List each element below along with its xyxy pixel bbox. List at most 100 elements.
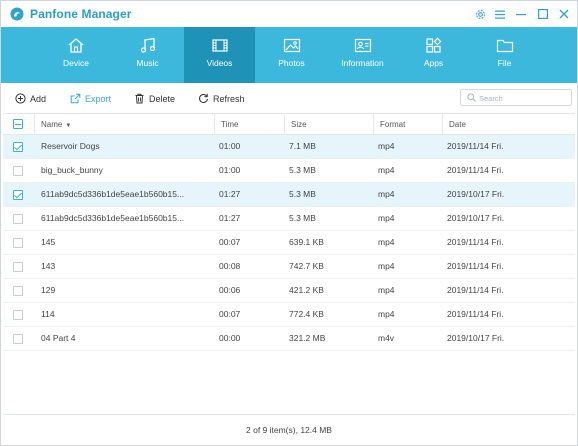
column-header-name[interactable]: Name ▼	[34, 114, 214, 135]
cell-time: 00:00	[219, 333, 241, 343]
nav-label: Device	[63, 58, 89, 68]
column-header-size[interactable]: Size	[284, 114, 373, 135]
cell-date: 2019/10/17 Fri.	[447, 189, 505, 199]
folder-icon	[496, 39, 513, 53]
cell-size: 742.7 KB	[289, 261, 324, 271]
row-checkbox[interactable]	[13, 286, 23, 296]
table-row[interactable]: Reservoir Dogs 01:00 7.1 MB mp4 2019/11/…	[3, 135, 575, 159]
delete-button-label: Delete	[149, 93, 176, 104]
cell-time: 00:08	[219, 261, 241, 271]
row-checkbox[interactable]	[13, 190, 23, 200]
gear-icon[interactable]	[473, 7, 487, 21]
cell-time: 01:00	[219, 165, 241, 175]
search-icon	[467, 93, 476, 102]
cell-name: 04 Part 4	[41, 333, 76, 343]
refresh-button[interactable]: Refresh	[198, 92, 245, 105]
row-checkbox[interactable]	[13, 238, 23, 248]
column-header-time[interactable]: Time	[214, 114, 284, 135]
table-row[interactable]: 114 00:07 772.4 KB mp4 2019/11/14 Fri.	[3, 303, 575, 327]
export-button[interactable]: Export	[70, 92, 111, 105]
table-row[interactable]: big_buck_bunny 01:00 5.3 MB mp4 2019/11/…	[3, 159, 575, 183]
row-checkbox[interactable]	[13, 334, 23, 344]
add-button[interactable]: Add	[15, 92, 46, 105]
cell-name: 129	[41, 285, 56, 295]
cell-format: mp4	[378, 141, 395, 151]
maximize-icon[interactable]	[536, 7, 550, 21]
refresh-icon	[199, 93, 208, 103]
close-icon[interactable]	[557, 7, 571, 21]
trash-icon	[135, 93, 144, 104]
cell-format: mp4	[378, 309, 395, 319]
nav-label: Music	[136, 58, 159, 68]
table-row[interactable]: 04 Part 4 00:00 321.2 MB m4v 2019/10/17 …	[3, 327, 575, 351]
nav-bar: Device Music Videos Photos Information A…	[1, 27, 577, 83]
status-bar: 2 of 9 item(s), 12.4 MB	[3, 414, 575, 445]
minimize-icon[interactable]	[514, 7, 528, 21]
cell-size: 5.3 MB	[289, 213, 316, 223]
cell-date: 2019/11/14 Fri.	[447, 165, 504, 175]
cell-time: 00:06	[219, 285, 241, 295]
cell-size: 321.2 MB	[289, 333, 326, 343]
column-header-format[interactable]: Format	[373, 114, 442, 135]
status-text: 2 of 9 item(s), 12.4 MB	[246, 425, 332, 435]
cell-time: 00:07	[219, 237, 241, 247]
film-icon	[211, 39, 228, 52]
cell-time: 01:27	[219, 189, 241, 199]
column-header-label: Time	[221, 120, 239, 129]
cell-name: 611ab9dc5d336b1de5eae1b560b15...	[41, 189, 185, 199]
add-button-label: Add	[30, 93, 47, 104]
row-checkbox[interactable]	[13, 214, 23, 224]
select-all-cell	[3, 114, 34, 135]
menu-icon[interactable]	[493, 7, 507, 21]
table-row[interactable]: 611ab9dc5d336b1de5eae1b560b15... 01:27 5…	[3, 183, 575, 207]
plus-circle-icon	[15, 93, 26, 104]
row-checkbox[interactable]	[13, 262, 23, 272]
cell-date: 2019/11/14 Fri.	[447, 237, 504, 247]
column-header-label: Date	[449, 120, 466, 129]
nav-label: Information	[341, 58, 384, 68]
delete-button[interactable]: Delete	[134, 92, 175, 105]
column-header-date[interactable]: Date	[442, 114, 575, 135]
cell-format: mp4	[378, 261, 395, 271]
nav-label: Photos	[278, 58, 305, 68]
nav-item-videos[interactable]: Videos	[184, 27, 255, 83]
nav-label: Videos	[206, 58, 233, 68]
nav-item-information[interactable]: Information	[327, 27, 398, 83]
cell-size: 5.3 MB	[289, 165, 316, 175]
music-note-icon	[140, 37, 155, 53]
cell-name: Reservoir Dogs	[41, 141, 100, 151]
nav-item-device[interactable]: Device	[41, 27, 111, 83]
cell-date: 2019/11/14 Fri.	[447, 309, 504, 319]
cell-name: 114	[41, 309, 55, 319]
nav-item-music[interactable]: Music	[112, 27, 183, 83]
refresh-button-label: Refresh	[213, 93, 245, 104]
nav-item-apps[interactable]: Apps	[398, 27, 469, 83]
cell-size: 639.1 KB	[289, 237, 324, 247]
cell-format: mp4	[378, 189, 395, 199]
cell-format: mp4	[378, 285, 395, 295]
nav-item-file[interactable]: File	[469, 27, 540, 83]
select-all-checkbox[interactable]	[13, 119, 23, 129]
cell-name: 143	[41, 261, 56, 271]
cell-name: 611ab9dc5d336b1de5eae1b560b15...	[41, 213, 185, 223]
cell-name: big_buck_bunny	[41, 165, 103, 175]
search-box[interactable]	[460, 89, 572, 106]
export-icon	[70, 93, 81, 104]
table-row[interactable]: 143 00:08 742.7 KB mp4 2019/11/14 Fri.	[3, 255, 575, 279]
table-row[interactable]: 129 00:06 421.2 KB mp4 2019/11/14 Fri.	[3, 279, 575, 303]
row-checkbox[interactable]	[13, 310, 23, 320]
row-checkbox[interactable]	[13, 142, 23, 152]
cell-format: mp4	[378, 165, 395, 175]
cell-size: 421.2 KB	[289, 285, 324, 295]
cell-size: 5.3 MB	[289, 189, 316, 199]
cell-time: 00:07	[219, 309, 241, 319]
table-header: Name ▼ Time Size Format Date	[3, 113, 575, 135]
row-checkbox[interactable]	[13, 166, 23, 176]
cell-format: mp4	[378, 213, 395, 223]
search-input[interactable]	[479, 92, 567, 104]
table-row[interactable]: 145 00:07 639.1 KB mp4 2019/11/14 Fri.	[3, 231, 575, 255]
table-row[interactable]: 611ab9dc5d336b1de5eae1b560b15... 01:27 5…	[3, 207, 575, 231]
nav-item-photos[interactable]: Photos	[256, 27, 327, 83]
export-button-label: Export	[85, 93, 112, 104]
cell-format: mp4	[378, 237, 395, 247]
